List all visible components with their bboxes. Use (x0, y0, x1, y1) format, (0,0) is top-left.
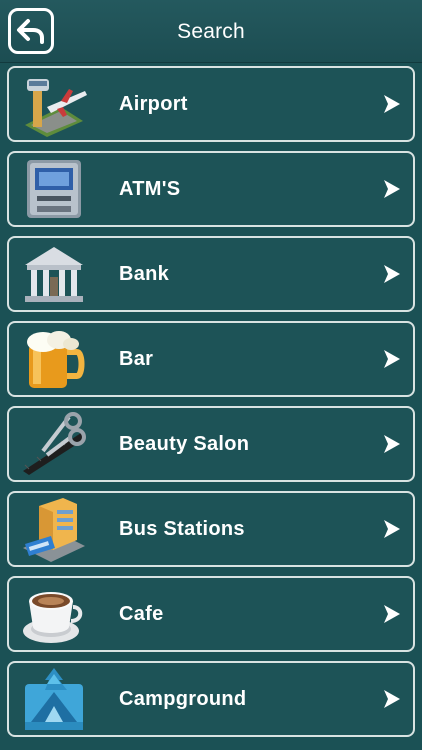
list-item-label: ATM'S (119, 178, 181, 200)
list-item-label: Beauty Salon (119, 433, 250, 455)
chevron-right-icon (384, 690, 400, 708)
list-item-label: Bar (119, 348, 154, 370)
list-item-beauty-salon[interactable]: Beauty Salon (7, 406, 415, 482)
coffee-cup-icon (23, 592, 83, 643)
list-item-label: Campground (119, 688, 247, 710)
chevron-right-icon (384, 520, 400, 538)
list-item-cafe[interactable]: Cafe (7, 576, 415, 652)
list-item-campground[interactable]: Campground (7, 661, 415, 737)
chevron-right-icon (384, 605, 400, 623)
beer-mug-icon (27, 331, 85, 388)
atm-icon (27, 160, 81, 218)
chevron-right-icon (384, 180, 400, 198)
chevron-right-icon (384, 265, 400, 283)
list-item-label: Bank (119, 263, 170, 285)
chevron-right-icon (384, 350, 400, 368)
search-screen: Search Airport ATM'S Bank Bar Beauty Sal… (0, 0, 422, 750)
list-item-bar[interactable]: Bar (7, 321, 415, 397)
bus-station-icon (23, 498, 85, 562)
campground-icon (25, 668, 83, 730)
list-item-bank[interactable]: Bank (7, 236, 415, 312)
list-item-bus-stations[interactable]: Bus Stations (7, 491, 415, 567)
chevron-right-icon (384, 95, 400, 113)
bank-icon (25, 247, 83, 302)
airport-icon (25, 79, 87, 137)
list-item-label: Cafe (119, 603, 164, 625)
navigation-bar: Search (0, 0, 422, 63)
page-title: Search (177, 20, 245, 43)
list-item-atms[interactable]: ATM'S (7, 151, 415, 227)
list-item-label: Bus Stations (119, 518, 245, 540)
list-item-label: Airport (119, 93, 188, 115)
scissors-comb-icon (23, 412, 86, 475)
list-item-airport[interactable]: Airport (7, 66, 415, 142)
chevron-right-icon (384, 435, 400, 453)
